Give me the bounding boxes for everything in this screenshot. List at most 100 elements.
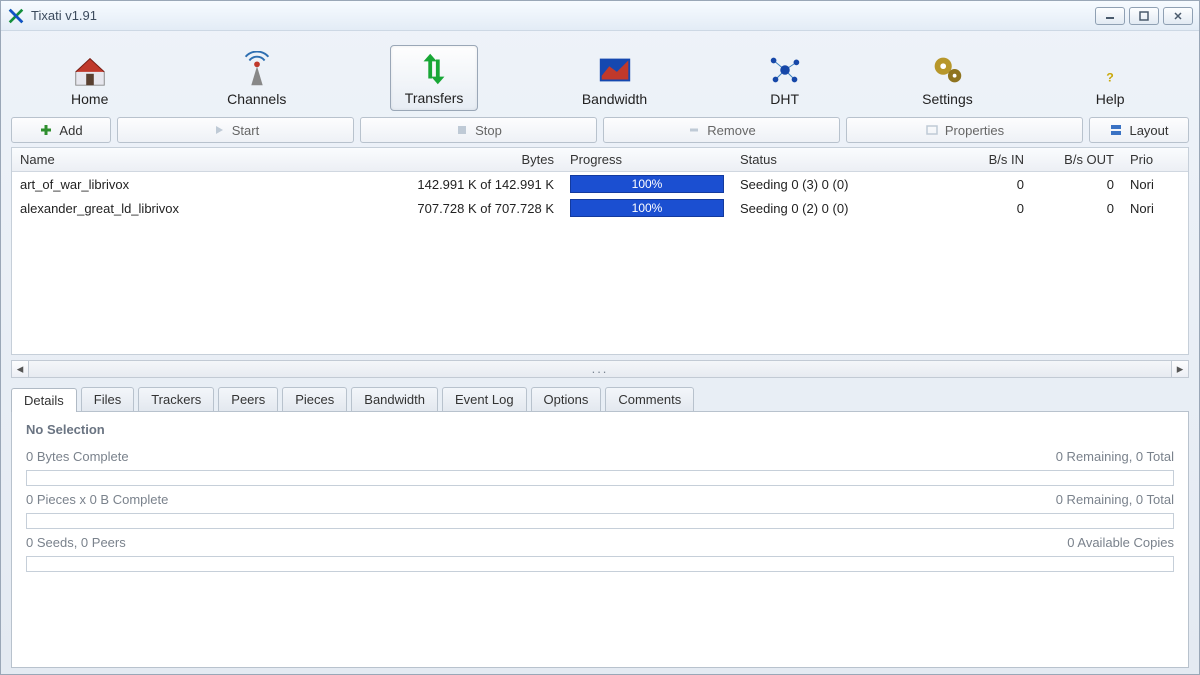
- plus-icon: [39, 123, 53, 137]
- cell-priority: Nori: [1122, 201, 1182, 216]
- minimize-button[interactable]: [1095, 7, 1125, 25]
- bytes-complete-label: 0 Bytes Complete: [26, 449, 129, 464]
- dht-icon: [765, 51, 805, 89]
- maximize-button[interactable]: [1129, 7, 1159, 25]
- nav-channels-label: Channels: [227, 91, 286, 107]
- action-bar: Add Start Stop Remove Properties Layout: [1, 117, 1199, 147]
- col-status[interactable]: Status: [732, 152, 942, 167]
- cell-bs-in: 0: [942, 201, 1032, 216]
- antenna-icon: [237, 51, 277, 89]
- cell-name: alexander_great_ld_librivox: [12, 201, 312, 216]
- grid-header: Name Bytes Progress Status B/s IN B/s OU…: [12, 148, 1188, 172]
- properties-button[interactable]: Properties: [846, 117, 1083, 143]
- cell-progress: 100%: [562, 173, 732, 195]
- tab-event-log[interactable]: Event Log: [442, 387, 527, 411]
- progress-bar: 100%: [570, 199, 724, 217]
- app-icon: [7, 7, 25, 25]
- home-icon: [70, 51, 110, 89]
- col-bs-in[interactable]: B/s IN: [942, 152, 1032, 167]
- cell-bytes: 707.728 K of 707.728 K: [312, 201, 562, 216]
- nav-transfers[interactable]: Transfers: [390, 45, 479, 111]
- col-bs-out[interactable]: B/s OUT: [1032, 152, 1122, 167]
- help-icon: ?: [1090, 51, 1130, 89]
- gear-icon: [927, 51, 967, 89]
- nav-home-label: Home: [71, 91, 108, 107]
- tab-peers[interactable]: Peers: [218, 387, 278, 411]
- properties-icon: [925, 123, 939, 137]
- layout-button[interactable]: Layout: [1089, 117, 1189, 143]
- nav-dht-label: DHT: [770, 91, 799, 107]
- tab-files[interactable]: Files: [81, 387, 134, 411]
- nav-bandwidth-label: Bandwidth: [582, 91, 647, 107]
- play-icon: [212, 123, 226, 137]
- nav-home[interactable]: Home: [56, 47, 124, 111]
- transfer-row[interactable]: alexander_great_ld_librivox 707.728 K of…: [12, 196, 1188, 220]
- horizontal-scrollbar[interactable]: ◂ ▸: [11, 359, 1189, 379]
- remove-label: Remove: [707, 123, 755, 138]
- tab-details[interactable]: Details: [11, 388, 77, 412]
- pieces-complete-label: 0 Pieces x 0 B Complete: [26, 492, 168, 507]
- scroll-track[interactable]: [29, 360, 1171, 378]
- titlebar: Tixati v1.91: [1, 1, 1199, 31]
- transfers-icon: [414, 50, 454, 88]
- properties-label: Properties: [945, 123, 1004, 138]
- start-button[interactable]: Start: [117, 117, 354, 143]
- stop-button[interactable]: Stop: [360, 117, 597, 143]
- nav-help-label: Help: [1096, 91, 1125, 107]
- cell-bytes: 142.991 K of 142.991 K: [312, 177, 562, 192]
- tab-options[interactable]: Options: [531, 387, 602, 411]
- pieces-progress-bar: [26, 513, 1174, 529]
- cell-status: Seeding 0 (2) 0 (0): [732, 201, 942, 216]
- details-heading: No Selection: [26, 422, 1174, 437]
- available-copies-label: 0 Available Copies: [1067, 535, 1174, 550]
- tab-comments[interactable]: Comments: [605, 387, 694, 411]
- cell-bs-out: 0: [1032, 201, 1122, 216]
- close-button[interactable]: [1163, 7, 1193, 25]
- details-pieces-row: 0 Pieces x 0 B Complete 0 Remaining, 0 T…: [26, 492, 1174, 507]
- nav-transfers-label: Transfers: [405, 90, 464, 106]
- main-nav: Home Channels Transfers Bandwidth DHT Se…: [1, 31, 1199, 117]
- tab-pieces[interactable]: Pieces: [282, 387, 347, 411]
- details-bytes-row: 0 Bytes Complete 0 Remaining, 0 Total: [26, 449, 1174, 464]
- nav-settings[interactable]: Settings: [908, 47, 987, 111]
- layout-icon: [1109, 123, 1123, 137]
- stop-icon: [455, 123, 469, 137]
- start-label: Start: [232, 123, 259, 138]
- bytes-progress-bar: [26, 470, 1174, 486]
- tab-bandwidth[interactable]: Bandwidth: [351, 387, 438, 411]
- col-bytes[interactable]: Bytes: [312, 152, 562, 167]
- nav-dht[interactable]: DHT: [751, 47, 819, 111]
- svg-text:?: ?: [1106, 70, 1114, 84]
- nav-help[interactable]: ? Help: [1076, 47, 1144, 111]
- cell-bs-out: 0: [1032, 177, 1122, 192]
- scroll-right-icon[interactable]: ▸: [1171, 360, 1189, 378]
- cell-priority: Nori: [1122, 177, 1182, 192]
- app-window: Tixati v1.91 Home Channels Transfers Ban…: [0, 0, 1200, 675]
- cell-progress: 100%: [562, 197, 732, 219]
- bytes-remaining-label: 0 Remaining, 0 Total: [1056, 449, 1174, 464]
- minus-icon: [687, 123, 701, 137]
- stop-label: Stop: [475, 123, 502, 138]
- col-priority[interactable]: Prio: [1122, 152, 1182, 167]
- seeds-peers-label: 0 Seeds, 0 Peers: [26, 535, 126, 550]
- cell-bs-in: 0: [942, 177, 1032, 192]
- details-peers-row: 0 Seeds, 0 Peers 0 Available Copies: [26, 535, 1174, 550]
- transfers-grid: Name Bytes Progress Status B/s IN B/s OU…: [11, 147, 1189, 355]
- add-button[interactable]: Add: [11, 117, 111, 143]
- grid-body: art_of_war_librivox 142.991 K of 142.991…: [12, 172, 1188, 354]
- remove-button[interactable]: Remove: [603, 117, 840, 143]
- transfer-row[interactable]: art_of_war_librivox 142.991 K of 142.991…: [12, 172, 1188, 196]
- layout-label: Layout: [1129, 123, 1168, 138]
- progress-bar: 100%: [570, 175, 724, 193]
- nav-settings-label: Settings: [922, 91, 973, 107]
- add-label: Add: [59, 123, 82, 138]
- nav-channels[interactable]: Channels: [213, 47, 300, 111]
- col-progress[interactable]: Progress: [562, 152, 732, 167]
- bandwidth-icon: [595, 51, 635, 89]
- tab-trackers[interactable]: Trackers: [138, 387, 214, 411]
- nav-bandwidth[interactable]: Bandwidth: [568, 47, 661, 111]
- cell-status: Seeding 0 (3) 0 (0): [732, 177, 942, 192]
- scroll-left-icon[interactable]: ◂: [11, 360, 29, 378]
- col-name[interactable]: Name: [12, 152, 312, 167]
- details-tabstrip: Details Files Trackers Peers Pieces Band…: [1, 387, 1199, 411]
